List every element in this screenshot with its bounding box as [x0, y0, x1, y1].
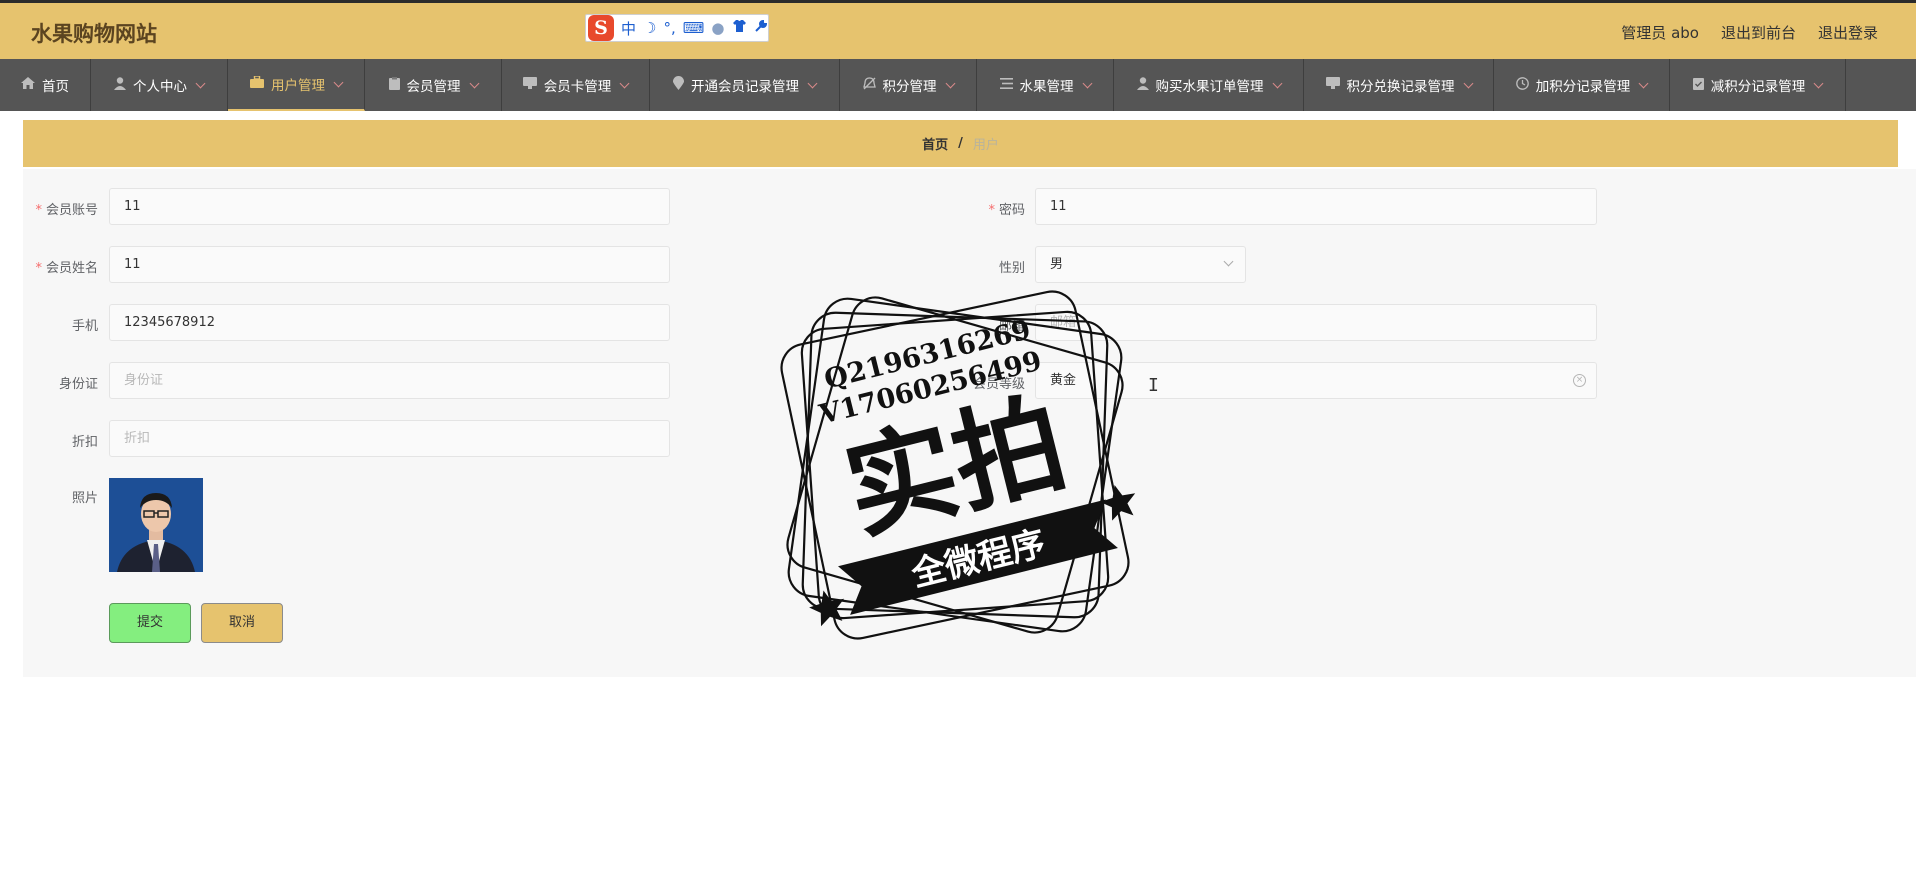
- watermark-stamp: Q2196316269 V17060256499 实拍 全微程序: [745, 255, 1165, 675]
- location-pin-icon: [673, 76, 684, 94]
- nav-member-card-management[interactable]: 会员卡管理: [502, 59, 650, 111]
- main-nav: 首页 个人中心 用户管理 会员管理 会员卡管理 开通会员记录管理 积分管理 水果…: [0, 59, 1916, 111]
- nav-label: 个人中心: [133, 79, 187, 95]
- back-to-front-link[interactable]: 退出到前台: [1721, 22, 1796, 43]
- ime-toolbar[interactable]: S 中 ☽ °, ⌨ ●: [585, 14, 769, 42]
- moon-icon[interactable]: ☽: [643, 19, 656, 37]
- list-icon: [999, 77, 1013, 93]
- chevron-down-icon: [1463, 78, 1473, 88]
- wrench-icon[interactable]: [754, 19, 768, 37]
- admin-user-link[interactable]: 管理员 abo: [1621, 22, 1699, 43]
- nav-fruit-orders[interactable]: 购买水果订单管理: [1114, 59, 1304, 111]
- nav-points-exchange-records[interactable]: 积分兑换记录管理: [1304, 59, 1494, 111]
- nav-add-points-records[interactable]: 加积分记录管理: [1494, 59, 1670, 111]
- skin-icon[interactable]: [732, 19, 747, 37]
- top-header: 水果购物网站 S 中 ☽ °, ⌨ ● 管理员 abo 退出到前台 退出登录: [0, 0, 1916, 59]
- sogou-logo-icon[interactable]: S: [588, 15, 614, 41]
- clipboard-check-icon: [1692, 77, 1704, 94]
- chevron-down-icon: [1223, 256, 1234, 267]
- nav-home[interactable]: 首页: [0, 59, 91, 111]
- account-label: * 会员账号: [35, 203, 98, 218]
- nav-fruit-management[interactable]: 水果管理: [977, 59, 1114, 111]
- chevron-down-icon: [469, 78, 479, 88]
- user-icon[interactable]: ●: [711, 19, 724, 37]
- monitor-icon: [522, 77, 537, 93]
- text-cursor-icon: I: [1148, 375, 1159, 396]
- photo-thumbnail[interactable]: [109, 478, 203, 572]
- discount-label: 折扣: [71, 435, 98, 450]
- site-brand: 水果购物网站: [31, 22, 157, 46]
- clipboard-icon: [388, 76, 400, 94]
- cancel-button[interactable]: 取消: [201, 603, 283, 643]
- user-icon: [1136, 76, 1149, 94]
- password-label: * 密码: [988, 203, 1025, 218]
- account-input[interactable]: 11: [109, 188, 670, 225]
- briefcase-icon: [250, 75, 264, 92]
- nav-reduce-points-records[interactable]: 减积分记录管理: [1670, 59, 1846, 111]
- nav-label: 开通会员记录管理: [691, 79, 799, 95]
- nav-member-management[interactable]: 会员管理: [365, 59, 502, 111]
- name-label: * 会员姓名: [35, 261, 98, 276]
- nav-label: 水果管理: [1019, 79, 1074, 95]
- keyboard-icon[interactable]: ⌨: [683, 19, 705, 37]
- breadcrumb-current: 用户: [972, 138, 999, 153]
- nav-user-management[interactable]: 用户管理: [228, 59, 365, 111]
- clock-icon: [1515, 76, 1529, 94]
- nav-label: 首页: [42, 79, 69, 95]
- idcard-label: 身份证: [58, 377, 98, 392]
- ime-mode-toggle[interactable]: 中: [621, 18, 636, 39]
- password-input[interactable]: 11: [1035, 188, 1597, 225]
- bell-off-icon: [862, 76, 876, 94]
- monitor-icon: [1325, 77, 1340, 93]
- chevron-down-icon: [945, 78, 955, 88]
- punctuation-icon[interactable]: °,: [663, 19, 675, 37]
- chevron-down-icon: [1272, 78, 1282, 88]
- breadcrumb-home[interactable]: 首页: [922, 134, 948, 153]
- nav-label: 积分兑换记录管理: [1346, 79, 1455, 95]
- chevron-down-icon: [619, 78, 630, 88]
- nav-label: 加积分记录管理: [1535, 79, 1631, 95]
- user-icon: [114, 76, 126, 94]
- chevron-down-icon: [1638, 78, 1649, 88]
- clear-icon[interactable]: ×: [1573, 374, 1586, 387]
- logout-link[interactable]: 退出登录: [1818, 22, 1878, 43]
- top-links: 管理员 abo 退出到前台 退出登录: [1621, 22, 1878, 43]
- nav-label: 购买水果订单管理: [1155, 79, 1264, 95]
- phone-input[interactable]: 12345678912: [109, 304, 670, 341]
- phone-label: 手机: [71, 319, 98, 334]
- chevron-down-icon: [1813, 78, 1824, 88]
- nav-points-management[interactable]: 积分管理: [840, 59, 977, 111]
- idcard-input[interactable]: 身份证: [109, 362, 670, 399]
- nav-open-member-records[interactable]: 开通会员记录管理: [650, 59, 840, 111]
- chevron-down-icon: [1082, 78, 1092, 88]
- submit-button[interactable]: 提交: [109, 603, 191, 643]
- chevron-down-icon: [333, 77, 344, 87]
- nav-personal-center[interactable]: 个人中心: [91, 59, 228, 111]
- nav-label: 会员管理: [406, 79, 461, 95]
- breadcrumb: 首页 / 用户: [23, 120, 1898, 167]
- name-input[interactable]: 11: [109, 246, 670, 283]
- discount-input[interactable]: 折扣: [109, 420, 670, 457]
- chevron-down-icon: [807, 78, 818, 88]
- nav-label: 会员卡管理: [543, 79, 612, 95]
- photo-label: 照片: [71, 491, 98, 506]
- nav-label: 减积分记录管理: [1710, 79, 1806, 95]
- chevron-down-icon: [195, 78, 206, 88]
- home-icon: [21, 77, 35, 93]
- nav-label: 积分管理: [882, 79, 937, 95]
- nav-label: 用户管理: [271, 78, 325, 94]
- breadcrumb-separator: /: [958, 136, 963, 151]
